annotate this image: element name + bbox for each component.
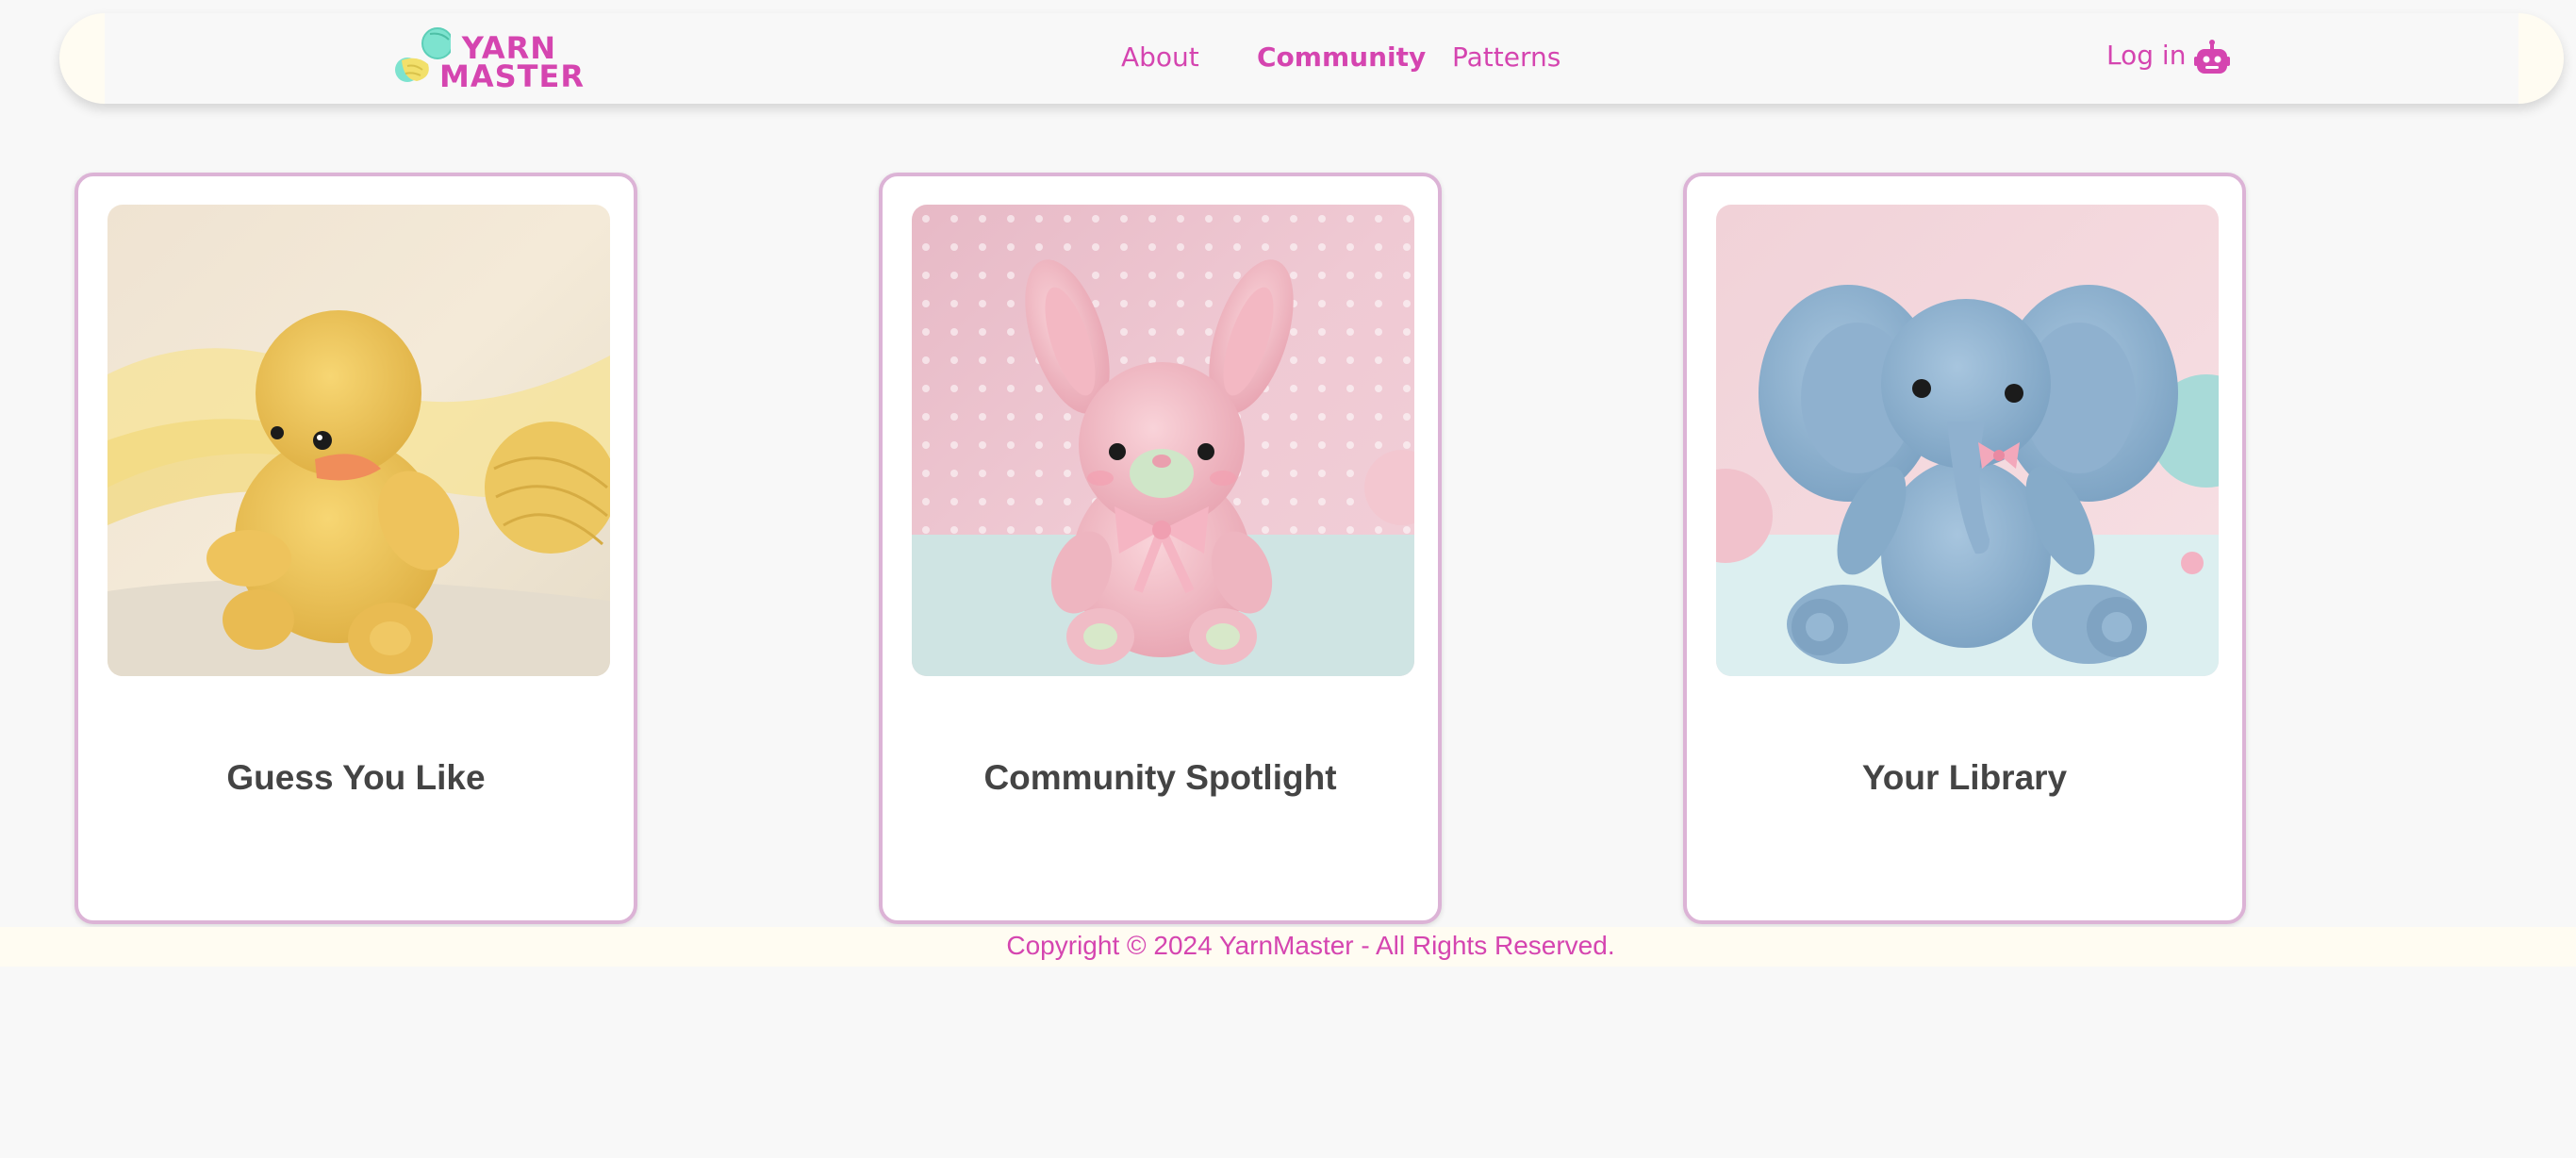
nav-link-community[interactable]: Community — [1257, 41, 1426, 73]
card-title: Community Spotlight — [983, 758, 1337, 797]
yellow-crochet-duck-image — [107, 205, 610, 676]
copyright-text: Copyright © 2024 YarnMaster - All Rights… — [1006, 931, 1615, 960]
logo-line-2: MASTER — [439, 58, 585, 94]
footer: Copyright © 2024 YarnMaster - All Rights… — [0, 927, 2576, 967]
yarnmaster-logo[interactable]: YARN MASTER — [394, 26, 585, 94]
card-your-library[interactable]: Your Library — [1683, 173, 2246, 924]
login-label: Log in — [2106, 40, 2187, 71]
card-guess-you-like[interactable]: Guess You Like — [74, 173, 637, 924]
card-title: Guess You Like — [226, 758, 486, 797]
robot-icon — [2194, 40, 2230, 74]
logo-wordmark: YARN MASTER — [439, 33, 585, 94]
blue-crochet-elephant-image — [1716, 205, 2219, 676]
card-title: Your Library — [1861, 758, 2068, 797]
nav-link-patterns[interactable]: Patterns — [1452, 41, 1560, 73]
login-button[interactable]: Log in — [2106, 40, 2230, 77]
card-community-spotlight[interactable]: Community Spotlight — [879, 173, 1442, 924]
pink-crochet-bunny-image — [912, 205, 1414, 676]
nav-link-about[interactable]: About — [1121, 41, 1199, 73]
